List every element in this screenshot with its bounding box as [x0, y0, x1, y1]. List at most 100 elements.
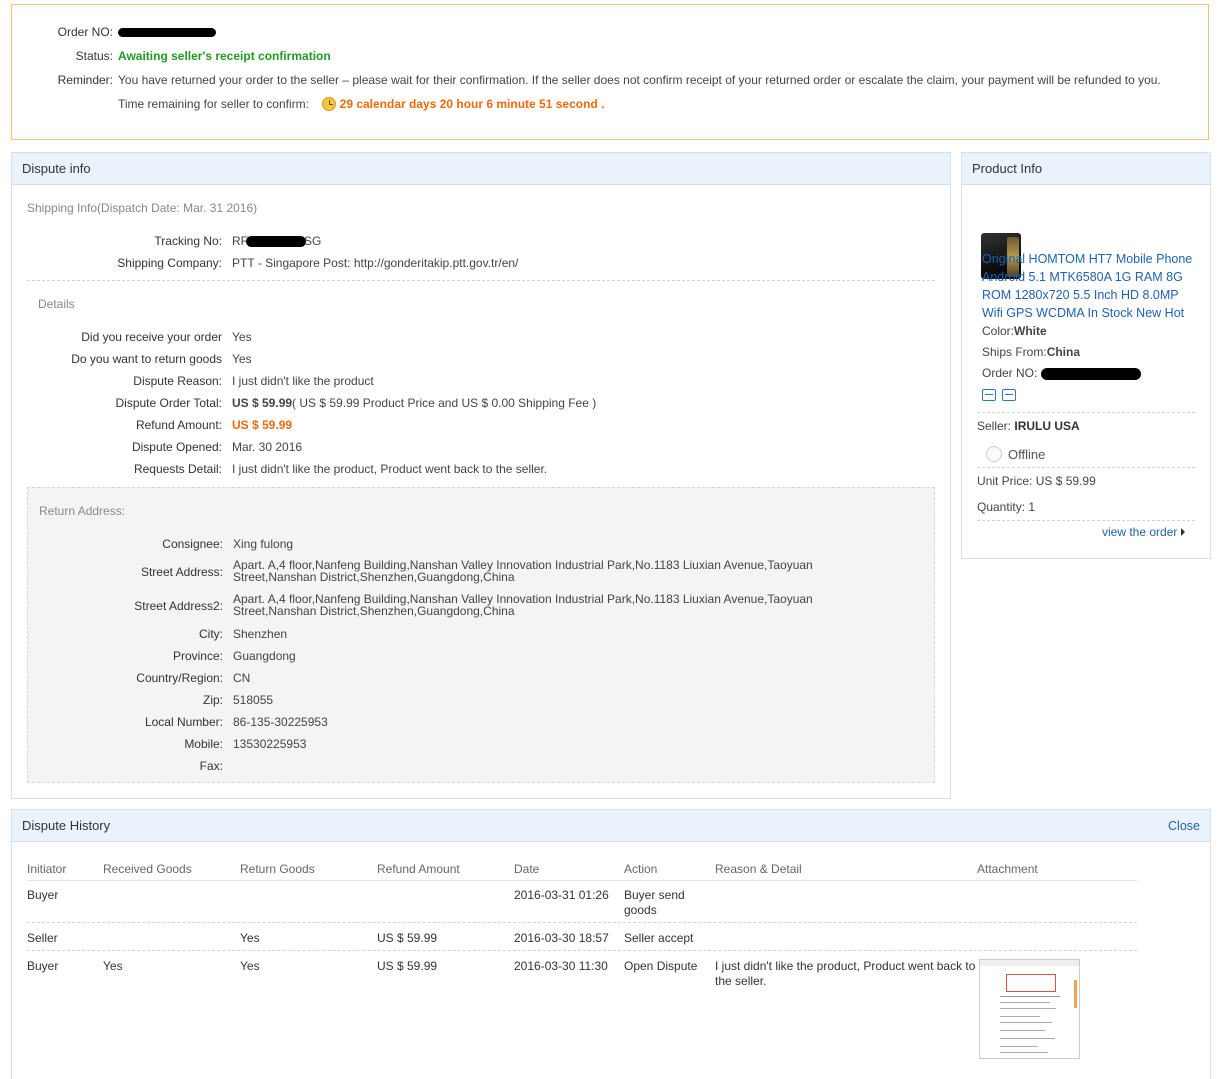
redacted-order-number — [118, 28, 216, 38]
return-value: 518055 — [233, 693, 274, 707]
reminder-text: You have returned your order to the sell… — [118, 73, 1161, 87]
return-label: City: — [199, 627, 223, 641]
redacted-tracking-number — [246, 236, 306, 248]
order-status-box: Order NO: Status: Awaiting seller's rece… — [11, 4, 1209, 140]
return-label: Street Address2: — [134, 599, 223, 613]
order-total-breakdown: ( US $ 59.99 Product Price and US $ 0.00… — [292, 396, 597, 410]
return-value: Xing fulong — [233, 537, 294, 551]
detail-value: Yes — [232, 352, 252, 366]
dispute-info-panel: Dispute info Shipping Info(Dispatch Date… — [11, 152, 951, 799]
order-no-value — [118, 25, 216, 39]
dispute-history-panel: Dispute History Close Initiator Received… — [11, 809, 1211, 1079]
product-title-line[interactable]: Android 5.1 MTK6580A 1G RAM 8G — [982, 268, 1192, 286]
unit-price-label: Unit Price: — [977, 474, 1033, 488]
product-title-line[interactable]: Original HOMTOM HT7 Mobile Phone — [982, 250, 1192, 268]
detail-value: I just didn't like the product, Product … — [232, 462, 548, 476]
seller-name[interactable]: IRULU USA — [1014, 419, 1079, 433]
refund-amount-value: US $ 59.99 — [232, 418, 293, 432]
product-ships-from: Ships From:China — [982, 345, 1080, 359]
time-remaining: Time remaining for seller to confirm: 29… — [118, 97, 604, 111]
dispute-info-title: Dispute info — [12, 153, 950, 185]
cell-refund: US $ 59.99 — [377, 931, 438, 945]
thumb-text-line — [1000, 1002, 1050, 1003]
product-color: Color:White — [982, 324, 1047, 338]
color-label: Color: — [982, 324, 1015, 338]
return-label: Local Number: — [144, 715, 223, 729]
product-info-panel: Product Info Original HOMTOM HT7 Mobile … — [961, 152, 1211, 559]
return-icon[interactable] — [1002, 389, 1016, 401]
thumb-text-line — [1000, 1030, 1045, 1031]
thumb-text-line — [1000, 996, 1060, 997]
thumb-text-line — [1000, 1022, 1052, 1023]
return-label: Street Address: — [140, 565, 223, 579]
thumb-text-line — [1000, 1038, 1055, 1039]
detail-value: I just didn't like the product — [232, 374, 374, 388]
seller-row: Seller: IRULU USA — [977, 419, 1080, 433]
detail-value: Mar. 30 2016 — [232, 440, 303, 454]
cell-returned: Yes — [240, 959, 260, 973]
cell-date: 2016-03-30 18:57 — [514, 931, 609, 945]
cell-returned: Yes — [240, 931, 260, 945]
ships-from-value: China — [1046, 345, 1081, 359]
product-title-link[interactable]: Original HOMTOM HT7 Mobile Phone Android… — [982, 250, 1192, 322]
cell-initiator: Buyer — [27, 888, 59, 902]
thumb-header-bar — [980, 960, 1079, 966]
divider — [977, 412, 1195, 413]
divider — [977, 520, 1195, 521]
seller-online-status: Offline — [1008, 447, 1046, 462]
close-history-link[interactable]: Close — [1168, 819, 1200, 833]
cell-date: 2016-03-31 01:26 — [514, 888, 609, 902]
tracking-label: Tracking No: — [154, 234, 222, 248]
thumb-text-line — [1000, 1008, 1056, 1009]
cell-initiator: Buyer — [27, 959, 59, 973]
tracking-value: RF SG — [232, 234, 321, 248]
col-attachment: Attachment — [977, 862, 1038, 876]
return-label: Consignee: — [162, 537, 223, 551]
detail-label: Requests Detail: — [133, 462, 222, 476]
product-title-line[interactable]: ROM 1280x720 5.5 Inch HD 8.0MP — [982, 286, 1192, 304]
divider — [27, 880, 1137, 881]
status-value: Awaiting seller's receipt confirmation — [118, 49, 331, 63]
return-label: Mobile: — [184, 737, 223, 751]
view-order-label[interactable]: view the order — [1102, 525, 1177, 539]
caret-right-icon — [1181, 528, 1186, 536]
shipping-icon[interactable] — [982, 389, 996, 401]
detail-label: Refund Amount: — [135, 418, 222, 432]
time-remaining-value: 29 calendar days 20 hour 6 minute 51 sec… — [339, 97, 598, 111]
color-value: White — [1014, 324, 1047, 338]
cell-action-line: goods — [624, 903, 657, 917]
view-order-link[interactable]: view the order — [1102, 525, 1186, 539]
seller-label: Seller: — [977, 419, 1012, 433]
col-received-goods: Received Goods — [103, 862, 192, 876]
attachment-thumbnail[interactable] — [979, 959, 1080, 1059]
return-value: CN — [233, 671, 251, 685]
col-reason: Reason & Detail — [715, 862, 802, 876]
unit-price-row: Unit Price: US $ 59.99 — [977, 474, 1096, 488]
details-title: Details — [38, 297, 75, 311]
return-label: Zip: — [202, 693, 223, 707]
shipping-info-title: Shipping Info(Dispatch Date: Mar. 31 201… — [27, 201, 258, 215]
return-value: Shenzhen — [233, 627, 288, 641]
cell-date: 2016-03-30 11:30 — [514, 959, 608, 973]
cell-action: Seller accept — [624, 931, 694, 945]
return-address-title: Return Address: — [39, 504, 126, 518]
return-address-box: Return Address: Consignee: Xing fulong S… — [27, 487, 935, 783]
detail-label: Dispute Opened: — [131, 440, 222, 454]
quantity-value: 1 — [1028, 500, 1036, 514]
tracking-suffix: SG — [304, 234, 322, 248]
thumb-scrollbar — [1074, 980, 1077, 1008]
product-action-icons — [982, 389, 1022, 404]
redacted-order-number — [1040, 367, 1141, 380]
cell-refund: US $ 59.99 — [377, 959, 438, 973]
return-value: Apart. A,4 floor,Nanfeng Building,Nansha… — [233, 559, 813, 583]
product-title-line[interactable]: Wifi GPS WCDMA In Stock New Hot — [982, 304, 1192, 322]
seller-status: Offline — [986, 446, 1045, 462]
return-value: 86-135-30225953 — [233, 715, 328, 729]
cell-action: Buyer send goods — [624, 888, 685, 918]
detail-label: Did you receive your order — [81, 330, 222, 344]
cell-action: Open Dispute — [624, 959, 698, 973]
reminder-label: Reminder: — [57, 73, 113, 87]
dispute-history-title: Dispute History — [12, 810, 1210, 842]
thumb-text-line — [1000, 1016, 1040, 1017]
time-remaining-label: Time remaining for seller to confirm: — [118, 97, 309, 111]
